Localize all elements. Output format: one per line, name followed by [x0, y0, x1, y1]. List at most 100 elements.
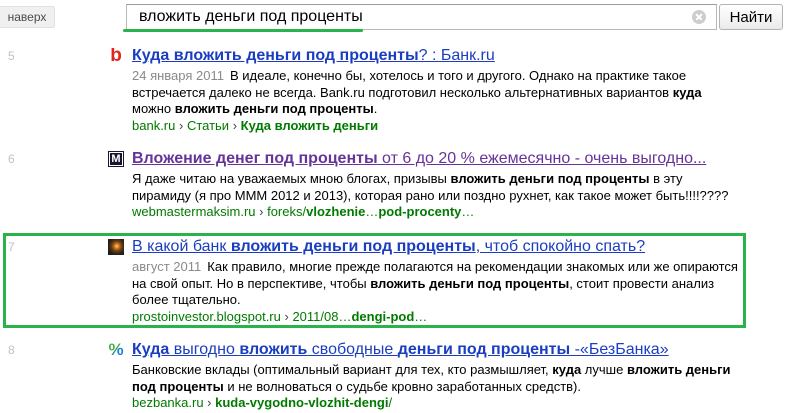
snippet-query-highlight: вложить деньги под проценты — [450, 171, 650, 186]
result-body: Куда выгодно вложить свободные деньги по… — [132, 340, 780, 412]
result-body: Куда вложить деньги под проценты? : Банк… — [132, 46, 780, 134]
url-segment: … — [365, 204, 379, 219]
search-result: 8% Куда выгодно вложить свободные деньги … — [0, 340, 780, 412]
url-segment: … — [461, 204, 475, 219]
result-body: В какой банк вложить деньги под проценты… — [132, 237, 780, 325]
snippet-line: Банковские вклады (оптимальный вариант д… — [132, 362, 780, 379]
search-result: 6 M Вложение денег под проценты от 6 до 20… — [0, 149, 780, 221]
snippet-text: пирамиду (я про МММ 2012 и 2013), котора… — [132, 187, 729, 203]
title-query-highlight: вложить деньги под проценты — [230, 238, 476, 255]
snippet-text: В идеале, конечно бы, хотелось и того и … — [229, 68, 687, 83]
url-segment: prostoinvestor.blogspot.ru — [132, 308, 281, 324]
result-title-line: Куда выгодно вложить свободные деньги по… — [132, 340, 780, 360]
result-number: 8 — [8, 343, 15, 357]
title-text: ? : Банк.ru — [418, 47, 495, 64]
snippet-query-highlight: куда — [672, 84, 702, 100]
title-query-highlight: вложить — [239, 341, 308, 358]
url-segment: bezbanka.ru — [132, 395, 204, 410]
snippet-query-highlight: вложить деньги — [626, 362, 731, 377]
snippet-text: Банковские вклады (оптимальный вариант д… — [132, 362, 553, 377]
snippet-text: можно — [132, 101, 175, 116]
snippet-query-highlight: под проценты — [132, 378, 224, 394]
url-separator: › — [255, 204, 268, 219]
search-results: 5 b Куда вложить деньги под проценты? : Ба… — [0, 0, 791, 413]
snippet-line: 24 января 2011 В идеале, конечно бы, хоте… — [132, 68, 780, 85]
url-segment: bank.ru — [132, 117, 176, 133]
prostoinvestor-favicon-icon — [108, 239, 124, 255]
search-result: 5 b Куда вложить деньги под проценты? : Ба… — [0, 46, 780, 134]
snippet-query-highlight: вложить деньги под проценты — [174, 101, 374, 116]
title-text: -«БезБанка» — [570, 341, 669, 358]
result-title-link[interactable]: Вложение денег под проценты от 6 до 20 %… — [132, 150, 706, 167]
url-segment: / — [388, 395, 393, 410]
result-title-line: В какой банк вложить деньги под проценты… — [132, 237, 780, 257]
title-text: выгодно — [169, 341, 240, 358]
result-title-link[interactable]: В какой банк вложить деньги под проценты… — [132, 238, 645, 255]
url-separator: › — [203, 395, 216, 410]
snippet-text: более тщательно. — [132, 292, 241, 307]
snippet-line: встречается далеко не всегда. Bank.ru по… — [132, 85, 780, 102]
title-text: В какой банк — [132, 238, 231, 255]
snippet-line: на свой опыт. Но в перспективе, чтобы вл… — [132, 276, 780, 293]
bank-ru-favicon-icon: b — [110, 48, 122, 64]
result-snippet: Я даже читаю на уважаемых мною блогах, п… — [132, 171, 780, 204]
snippet-text: Как правило, многие прежде полагаются на… — [207, 259, 738, 274]
url-query-highlight: dengi-pod — [351, 308, 415, 324]
snippet-text: в эту — [649, 171, 683, 186]
snippet-text: . — [373, 101, 378, 116]
title-query-highlight: деньги под проценты — [397, 341, 571, 358]
webmastermaksim-favicon-icon: M — [108, 151, 124, 167]
snippet-line: пирамиду (я про МММ 2012 и 2013), котора… — [132, 188, 780, 205]
title-text: свободные — [307, 341, 398, 358]
snippet-line: Я даже читаю на уважаемых мною блогах, п… — [132, 171, 780, 188]
title-query-highlight: Куда вложить деньги под проценты — [132, 47, 419, 64]
title-text: , чтоб спокойно спать? — [475, 238, 646, 255]
url-segment: foreks/ — [267, 204, 307, 219]
result-body: Вложение денег под проценты от 6 до 20 %… — [132, 149, 780, 221]
snippet-text: Я даже читаю на уважаемых мною блогах, п… — [132, 171, 451, 186]
snippet-text: , стоит провести анализ — [569, 275, 715, 291]
snippet-line: август 2011 Как правило, многие прежде по… — [132, 259, 780, 276]
snippet-query-highlight: куда — [552, 362, 582, 377]
url-separator: › — [280, 308, 293, 324]
snippet-text: лучше — [581, 362, 627, 377]
url-segment: Статьи — [186, 117, 230, 133]
url-segment: … — [414, 308, 428, 324]
snippet-text: встречается далеко не всегда. Bank.ru по… — [132, 84, 673, 100]
result-url-breadcrumb[interactable]: webmastermaksim.ru › foreks/vlozhenie…po… — [132, 204, 780, 221]
result-snippet: Банковские вклады (оптимальный вариант д… — [132, 362, 780, 395]
url-separator: › — [229, 117, 241, 133]
bezbanka-favicon-icon: % — [108, 342, 124, 358]
result-number: 7 — [8, 240, 15, 254]
result-snippet: 24 января 2011 В идеале, конечно бы, хоте… — [132, 68, 780, 118]
url-segment: webmastermaksim.ru — [132, 204, 256, 219]
title-query-highlight: Куда — [132, 341, 170, 358]
url-query-highlight: Куда вложить деньги — [240, 117, 379, 133]
result-date: август 2011 — [132, 259, 202, 274]
result-url-breadcrumb[interactable]: bank.ru › Статьи › Куда вложить деньги — [132, 118, 780, 135]
snippet-line: можно вложить деньги под проценты. — [132, 101, 780, 118]
result-snippet: август 2011 Как правило, многие прежде по… — [132, 259, 780, 309]
result-date: 24 января 2011 — [132, 68, 224, 83]
result-number: 6 — [8, 152, 15, 166]
title-text: от 6 до 20 % ежемесячно - очень выгодно.… — [377, 150, 707, 167]
result-url-breadcrumb[interactable]: bezbanka.ru › kuda-vygodno-vlozhit-dengi… — [132, 395, 780, 412]
search-result: 7 В какой банк вложить деньги под процент… — [0, 237, 780, 325]
url-query-highlight: kuda-vygodno-vlozhit-dengi — [215, 395, 389, 410]
result-title-link[interactable]: Куда вложить деньги под проценты? : Банк… — [132, 47, 495, 64]
result-number: 5 — [8, 49, 15, 63]
snippet-line: под проценты и не волноваться о судьбе к… — [132, 379, 780, 396]
result-title-line: Вложение денег под проценты от 6 до 20 %… — [132, 149, 780, 169]
result-title-line: Куда вложить деньги под проценты? : Банк… — [132, 46, 780, 66]
url-segment: 2011/08… — [292, 308, 352, 324]
url-query-highlight: vlozhenie — [306, 204, 366, 219]
title-query-highlight: Вложение денег под проценты — [132, 150, 378, 167]
result-url-breadcrumb[interactable]: prostoinvestor.blogspot.ru › 2011/08…den… — [132, 309, 780, 326]
url-separator: › — [175, 117, 187, 133]
snippet-line: более тщательно. — [132, 292, 780, 309]
snippet-text: на свой опыт. Но в перспективе, чтобы — [132, 275, 371, 291]
snippet-text: и не волноваться о судьбе кровно заработ… — [223, 378, 581, 394]
url-query-highlight: pod-procenty — [378, 204, 462, 219]
snippet-query-highlight: вложить деньги под проценты — [370, 275, 570, 291]
result-title-link[interactable]: Куда выгодно вложить свободные деньги по… — [132, 341, 669, 358]
